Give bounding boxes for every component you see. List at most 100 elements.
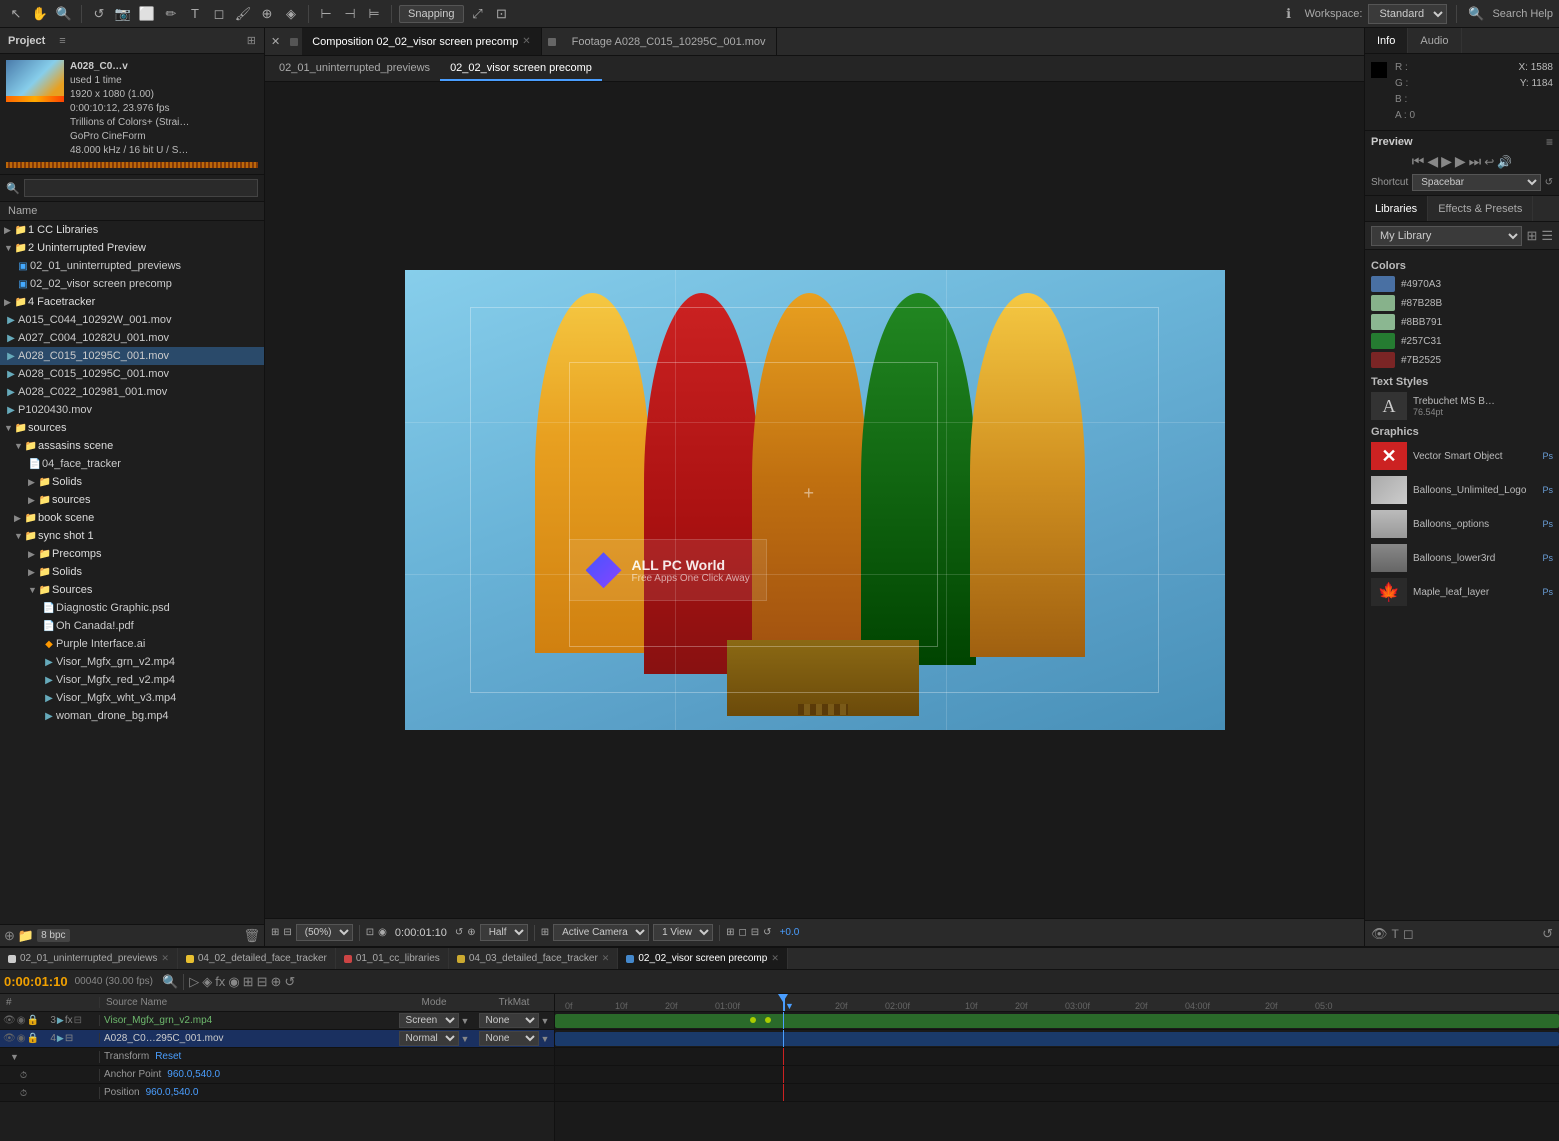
color-item-3[interactable]: #8BB791 — [1371, 314, 1553, 330]
text-style-item-1[interactable]: A Trebuchet MS B… 76.54pt — [1371, 392, 1553, 420]
draft-icon[interactable]: ⊟ — [751, 927, 759, 938]
tl-icon-2[interactable]: ◈ — [202, 974, 212, 990]
snapping-button[interactable]: Snapping — [399, 5, 464, 23]
skip-to-start-btn[interactable]: ⏮ — [1412, 153, 1425, 170]
tl-tab-01[interactable]: 02_01_uninterrupted_previews ✕ — [0, 948, 178, 969]
tree-item-comp02[interactable]: ▣ 02_02_visor screen precomp — [0, 275, 264, 293]
tree-item-vid5[interactable]: ▶ A028_C022_102981_001.mov — [0, 383, 264, 401]
layer-lock-icon-3[interactable]: 🔒 — [26, 1015, 38, 1026]
search-help[interactable]: Search Help — [1492, 8, 1553, 20]
tree-item-facetracker[interactable]: ▶ 📁 4 Facetracker — [0, 293, 264, 311]
graphic-item-lower3rd[interactable]: Balloons_lower3rd Ps — [1371, 544, 1553, 572]
mode-arrow-4[interactable]: ▼ — [461, 1034, 470, 1044]
layer-row-3[interactable]: 👁 ◉ 🔒 3 ▶ fx ⊟ Visor_Mgfx_grn_v2.mp4 Scr… — [0, 1012, 554, 1030]
tree-item-visor-wht[interactable]: ▶ Visor_Mgfx_wht_v3.mp4 — [0, 689, 264, 707]
tree-item-sources-sub[interactable]: ▶ 📁 sources — [0, 491, 264, 509]
tl-icon-5[interactable]: ⊞ — [243, 974, 254, 990]
layer-solo-icon-4[interactable]: ◉ — [17, 1033, 26, 1044]
color-item-2[interactable]: #87B28B — [1371, 295, 1553, 311]
tree-item-oh-canada[interactable]: 📄 Oh Canada!.pdf — [0, 617, 264, 635]
mode-arrow-3[interactable]: ▼ — [461, 1016, 470, 1026]
info-tab-audio[interactable]: Audio — [1408, 28, 1461, 53]
tree-item-cc-libraries[interactable]: ▶ 📁 1 CC Libraries — [0, 221, 264, 239]
library-select[interactable]: My Library — [1371, 226, 1522, 246]
lib-grid-icon[interactable]: ⊞ — [1526, 228, 1537, 244]
lib-refresh-icon[interactable]: ↺ — [1542, 926, 1553, 942]
snapping-viewer-icon[interactable]: ◉ — [378, 927, 387, 938]
preview-menu-icon[interactable]: ≡ — [1546, 135, 1553, 149]
layer-motion-icon-3[interactable]: ⊟ — [74, 1015, 82, 1026]
layer-solo-icon-3[interactable]: ◉ — [17, 1015, 26, 1026]
new-item-icon[interactable]: ⊕ — [4, 928, 15, 944]
layer-lock-icon-4[interactable]: 🔒 — [26, 1033, 38, 1044]
camera-icon[interactable]: 📷 — [113, 4, 133, 24]
tree-item-facetracker-file[interactable]: 📄 04_face_tracker — [0, 455, 264, 473]
layer-icon[interactable]: ⊞ — [541, 927, 549, 938]
tree-item-vid4[interactable]: ▶ A028_C015_10295C_001.mov — [0, 365, 264, 383]
preview-icon[interactable]: ↺ — [455, 927, 463, 938]
views-select[interactable]: 1 View — [653, 924, 713, 941]
color-item-5[interactable]: #7B2525 — [1371, 352, 1553, 368]
tab-footage[interactable]: Footage A028_C015_10295C_001.mov — [562, 28, 777, 55]
layer-mode-select-4[interactable]: Normal — [399, 1031, 459, 1046]
tree-item-visor-red[interactable]: ▶ Visor_Mgfx_red_v2.mp4 — [0, 671, 264, 689]
lib-rect-icon[interactable]: ◻ — [1403, 926, 1414, 942]
timeline-search-icon[interactable]: 🔍 — [162, 974, 178, 990]
graphic-item-options[interactable]: Balloons_options Ps — [1371, 510, 1553, 538]
search-icon[interactable]: 🔍 — [1466, 4, 1486, 24]
viewer-icon1[interactable]: ⊞ — [271, 927, 279, 938]
layer-icon[interactable]: ⬜ — [137, 4, 157, 24]
tl-icon-1[interactable]: ▷ — [189, 974, 199, 990]
align-icon2[interactable]: ⊣ — [340, 4, 360, 24]
close-tab-btn[interactable]: ✕ — [265, 28, 286, 55]
color-item-1[interactable]: #4970A3 — [1371, 276, 1553, 292]
zoom-tool-icon[interactable]: 🔍 — [54, 4, 74, 24]
color-item-4[interactable]: #257C31 — [1371, 333, 1553, 349]
panel-menu-btn[interactable]: ≡ — [59, 35, 65, 47]
tab-libraries[interactable]: Libraries — [1365, 196, 1428, 221]
tl-icon-8[interactable]: ↺ — [284, 974, 295, 990]
tl-close-04[interactable]: ✕ — [602, 953, 610, 964]
tree-item-solids2[interactable]: ▶ 📁 Solids — [0, 563, 264, 581]
hand-tool-icon[interactable]: ✋ — [30, 4, 50, 24]
snapping-icon2[interactable]: ⊡ — [492, 4, 512, 24]
position-stopwatch[interactable]: ⏱ — [0, 1088, 27, 1098]
reset-icon[interactable]: ⊕ — [467, 927, 475, 938]
layer-track-select-3[interactable]: None — [479, 1013, 539, 1028]
align-icon3[interactable]: ⊨ — [364, 4, 384, 24]
lib-text-icon[interactable]: T — [1392, 927, 1399, 941]
puppet-tool-icon[interactable]: ◈ — [281, 4, 301, 24]
graphic-item-vso[interactable]: ✕ Vector Smart Object Ps — [1371, 442, 1553, 470]
viewer-icon2[interactable]: ⊟ — [283, 927, 291, 938]
pen-tool-icon[interactable]: ✏ — [161, 4, 181, 24]
tl-tab-03[interactable]: 01_01_cc_libraries — [336, 948, 449, 969]
tab-close-comp-main[interactable]: ✕ — [522, 36, 530, 47]
lib-list-icon[interactable]: ☰ — [1541, 228, 1553, 244]
next-frame-btn[interactable]: ▶ — [1455, 153, 1466, 170]
tree-item-vid3[interactable]: ▶ A028_C015_10295C_001.mov — [0, 347, 264, 365]
tree-item-visor-grn[interactable]: ▶ Visor_Mgfx_grn_v2.mp4 — [0, 653, 264, 671]
tree-item-sources-2[interactable]: ▼ 📁 Sources — [0, 581, 264, 599]
layer-track-select-4[interactable]: None — [479, 1031, 539, 1046]
trash-icon[interactable]: 🗑 — [243, 928, 260, 944]
layer-anim-icon-4[interactable]: ⊟ — [65, 1033, 73, 1044]
shortcut-select[interactable]: Spacebar — [1412, 174, 1540, 191]
panel-icon1[interactable]: ⊞ — [247, 34, 256, 47]
tree-item-sync-shot[interactable]: ▼ 📁 sync shot 1 — [0, 527, 264, 545]
tl-tab-04[interactable]: 04_03_detailed_face_tracker ✕ — [449, 948, 619, 969]
transform-reset-btn[interactable]: Reset — [155, 1051, 181, 1062]
tree-item-precomps[interactable]: ▶ 📁 Precomps — [0, 545, 264, 563]
track-arrow-4[interactable]: ▼ — [541, 1034, 550, 1044]
tree-item-purple[interactable]: ◆ Purple Interface.ai — [0, 635, 264, 653]
anchor-stopwatch[interactable]: ⏱ — [0, 1070, 27, 1080]
tab-effects-presets[interactable]: Effects & Presets — [1428, 196, 1533, 221]
tree-item-woman-drone[interactable]: ▶ woman_drone_bg.mp4 — [0, 707, 264, 725]
tl-icon-7[interactable]: ⊕ — [270, 974, 281, 990]
audio-btn[interactable]: 🔊 — [1497, 155, 1512, 169]
arrow-tool-icon[interactable]: ↖ — [6, 4, 26, 24]
info-icon[interactable]: ℹ — [1279, 4, 1299, 24]
mask-icon[interactable]: ◻ — [738, 927, 746, 938]
tl-close-01[interactable]: ✕ — [161, 953, 169, 964]
camera-select[interactable]: Active Camera — [553, 924, 649, 941]
resolution-icon[interactable]: ⊡ — [366, 927, 374, 938]
